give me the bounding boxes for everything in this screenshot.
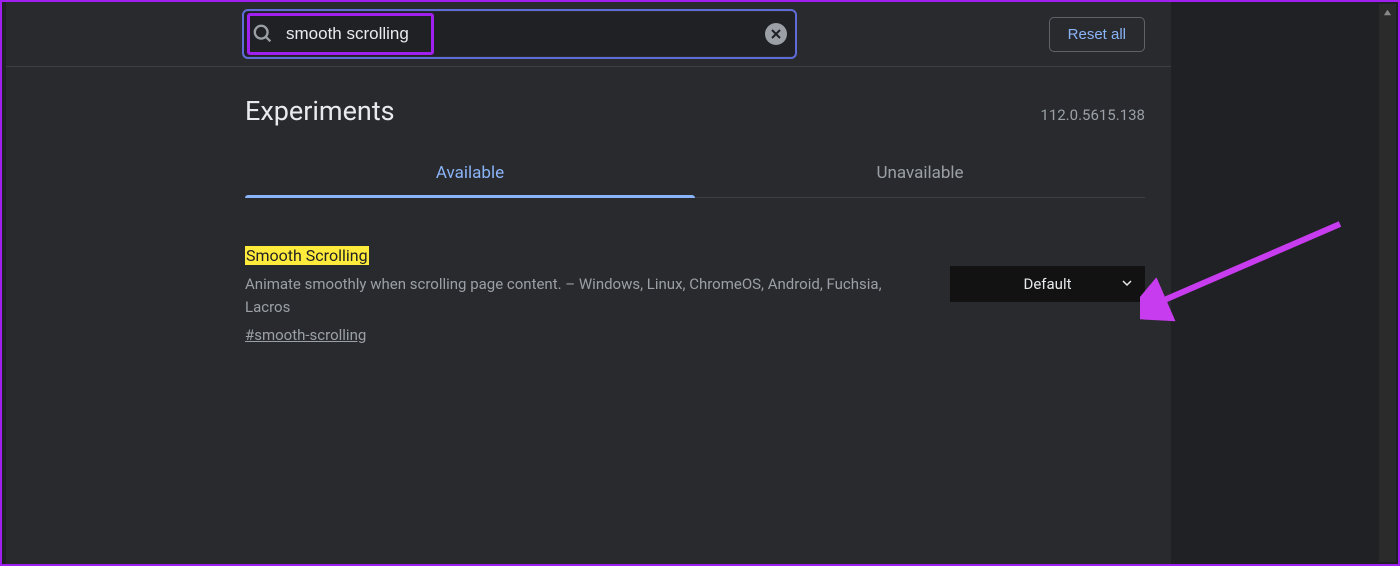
search-icon [252,23,274,45]
search-box[interactable] [242,12,797,56]
top-bar: Reset all [6,12,1171,56]
page-title: Experiments [245,95,395,127]
search-container [242,12,797,56]
scroll-up-button[interactable] [1379,4,1396,21]
vertical-scrollbar[interactable] [1379,4,1396,562]
tab-unavailable[interactable]: Unavailable [695,163,1145,197]
version-label: 112.0.5615.138 [1040,106,1145,124]
flag-anchor-link[interactable]: #smooth-scrolling [245,326,366,344]
chevron-down-icon [1121,275,1133,293]
annotation-arrow [1140,214,1350,324]
flag-dropdown-value: Default [1024,275,1072,293]
main-content: Experiments 112.0.5615.138 Available Una… [6,95,1171,344]
tab-available[interactable]: Available [245,163,695,197]
flag-description: Animate smoothly when scrolling page con… [245,273,910,320]
flag-row: Smooth Scrolling Animate smoothly when s… [245,246,1145,344]
tabs: Available Unavailable [245,163,1145,198]
search-input[interactable] [286,24,765,44]
clear-search-button[interactable] [765,23,787,45]
header-divider [6,66,1171,67]
flag-title: Smooth Scrolling [245,246,369,265]
reset-all-button[interactable]: Reset all [1049,17,1145,52]
flag-dropdown[interactable]: Default [950,266,1145,302]
